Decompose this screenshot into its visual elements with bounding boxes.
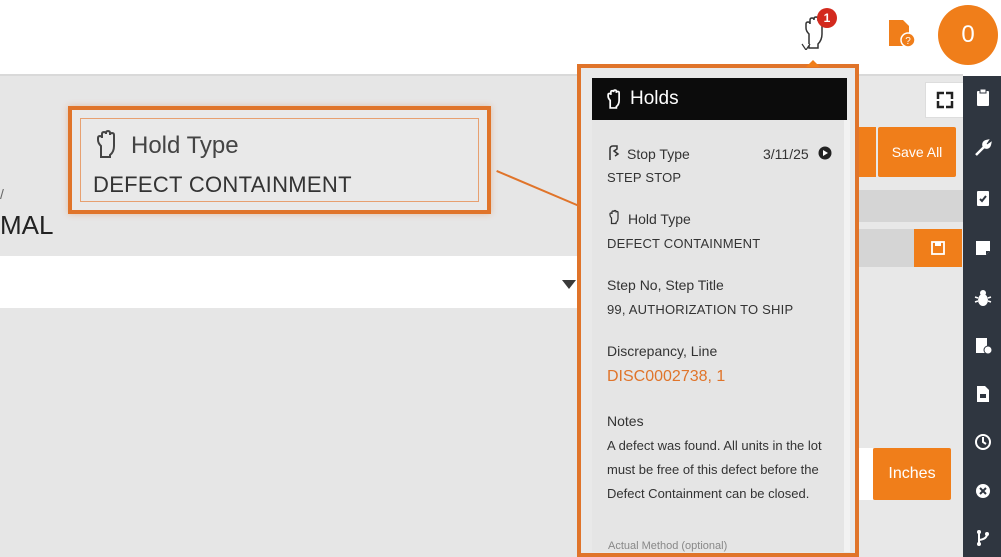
doc-icon[interactable] (973, 384, 993, 404)
hold-type-value: DEFECT CONTAINMENT (607, 236, 761, 251)
popup-scrollbar[interactable] (844, 120, 850, 552)
dropdown-arrow-icon[interactable] (562, 280, 576, 289)
clock-icon[interactable] (973, 432, 993, 452)
discrepancy-label: Discrepancy, Line (607, 343, 718, 359)
note-icon[interactable] (973, 238, 993, 258)
holds-popup-header: Holds (592, 78, 847, 120)
clipboard-icon[interactable] (973, 88, 993, 108)
small-save-button[interactable] (914, 229, 962, 267)
notes-text: A defect was found. All units in the lot… (607, 438, 822, 501)
page-title-fragment: MAL (0, 210, 54, 240)
breadcrumb-fragment: / (0, 186, 4, 202)
notes-label: Notes (607, 413, 644, 429)
top-bar (0, 0, 1001, 74)
popup-caret (806, 60, 820, 67)
stop-icon (609, 145, 620, 160)
wrench-icon[interactable] (973, 138, 993, 158)
save-all-button[interactable]: Save All (878, 127, 956, 177)
svg-text:?: ? (905, 36, 911, 47)
faded-field-label: Actual Method (optional) (608, 540, 728, 552)
hold-type-label: Hold Type (628, 211, 691, 227)
white-row (0, 256, 578, 308)
bug-icon[interactable] (973, 288, 993, 308)
hand-icon (97, 129, 115, 158)
user-avatar[interactable]: 0 (938, 5, 998, 65)
doc-info-icon[interactable] (973, 336, 993, 356)
save-icon (931, 241, 945, 255)
hand-icon (607, 89, 620, 109)
document-help-icon[interactable]: ? (886, 18, 916, 48)
holds-header-label: Holds (630, 88, 679, 109)
stop-type-label: Stop Type (627, 146, 690, 162)
fullscreen-icon (936, 91, 954, 109)
stop-type-date: 3/11/25 (763, 146, 809, 162)
close-circle-icon[interactable] (973, 481, 993, 501)
discrepancy-link[interactable]: DISC0002738, 1 (607, 368, 725, 386)
branch-icon[interactable] (973, 528, 993, 548)
hand-icon (609, 209, 619, 225)
play-circle-icon[interactable] (818, 146, 832, 160)
notification-badge: 1 (817, 8, 837, 28)
step-value: 99, AUTHORIZATION TO SHIP (607, 302, 794, 317)
fullscreen-button[interactable] (925, 82, 965, 118)
gray-field (850, 190, 963, 222)
callout-title: Hold Type (131, 132, 239, 159)
clipboard-check-icon[interactable] (973, 188, 993, 208)
callout-value: DEFECT CONTAINMENT (93, 172, 352, 197)
stop-type-value: STEP STOP (607, 170, 682, 185)
units-button[interactable]: Inches (873, 448, 951, 500)
gray-field-2 (850, 229, 914, 267)
step-label: Step No, Step Title (607, 277, 724, 293)
